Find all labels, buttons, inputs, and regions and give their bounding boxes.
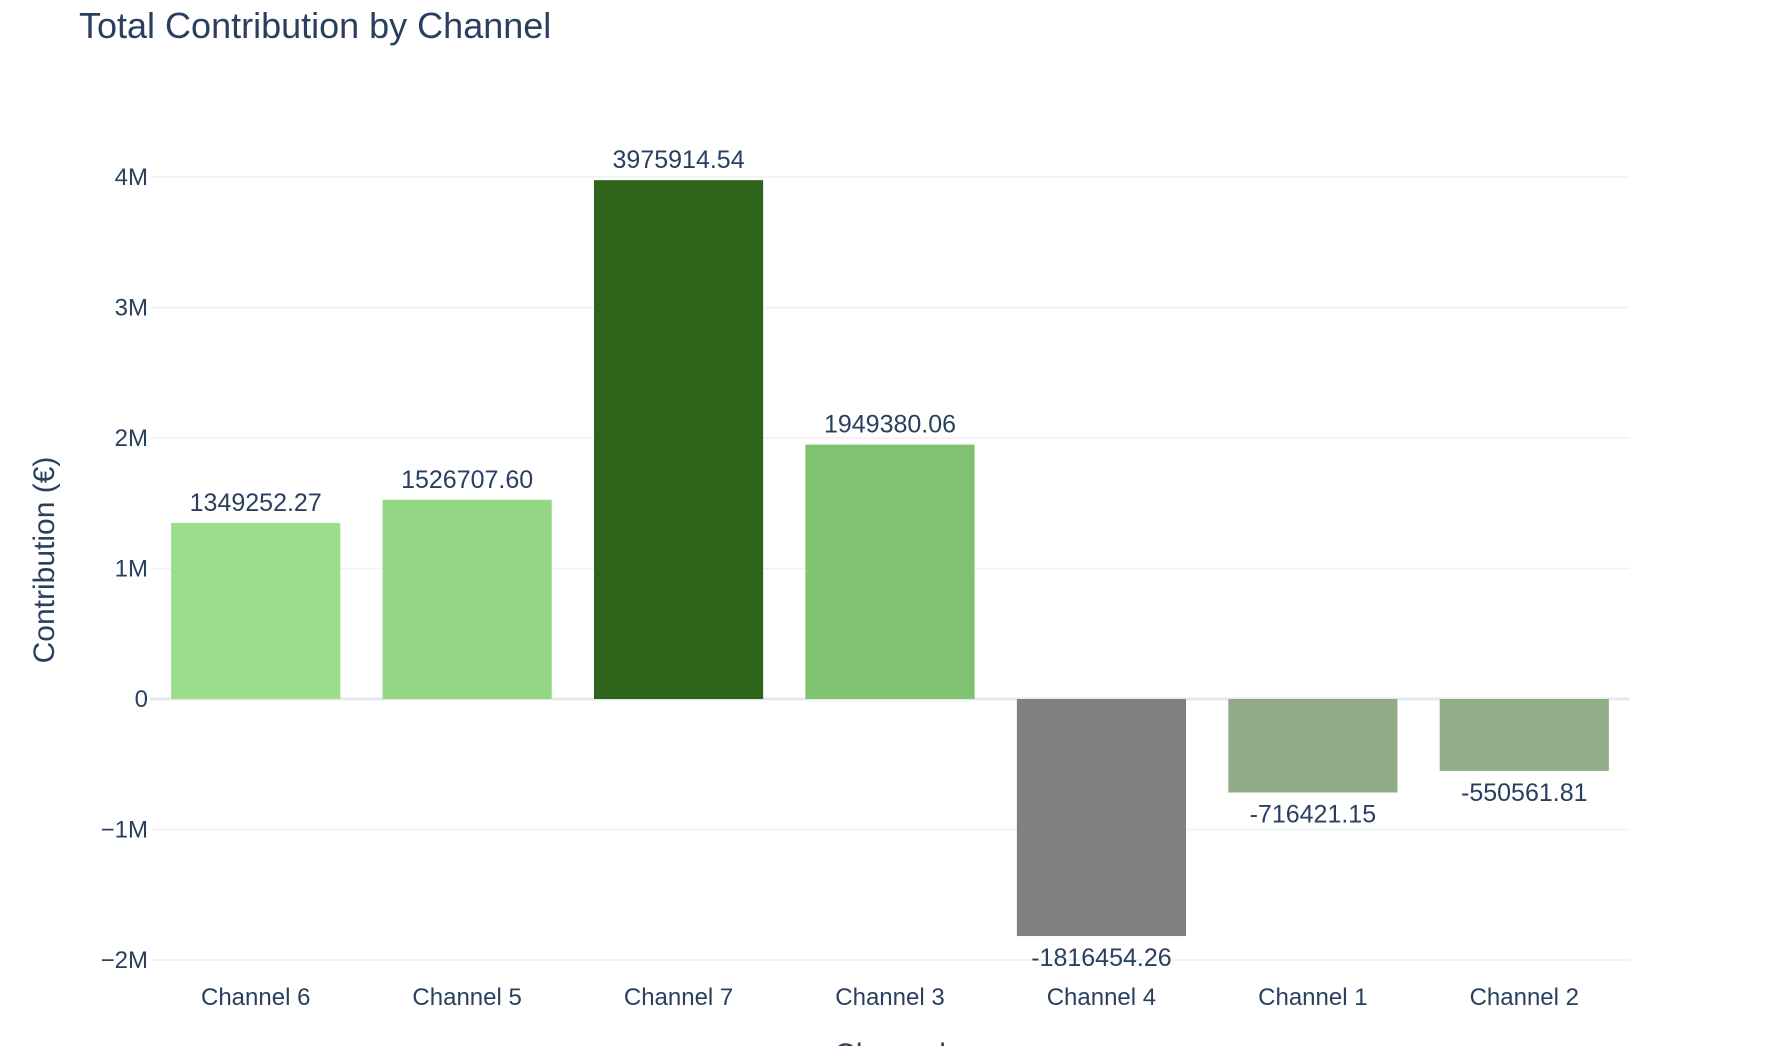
bar-channel-6 bbox=[171, 522, 341, 699]
bar-channel-2 bbox=[1439, 699, 1609, 771]
bar-channel-3 bbox=[805, 444, 975, 699]
x-axis-ticks: Channel 6 Channel 5 Channel 7 Channel 3 Chan… bbox=[201, 984, 1579, 1011]
bar-value-label: 1949380.06 bbox=[824, 411, 956, 439]
bar-value-label: -1816454.26 bbox=[1031, 944, 1171, 972]
bar-chart: 4M3M2M1M0−1M−2M Channel 6 Channel 5 Channe… bbox=[28, 5, 1630, 1046]
bar-value-label: -716421.15 bbox=[1250, 800, 1377, 828]
x-tick-label: Channel 1 bbox=[1258, 984, 1367, 1011]
y-tick-label: −1M bbox=[101, 817, 148, 844]
y-tick-label: 2M bbox=[115, 425, 148, 452]
x-tick-label: Channel 6 bbox=[201, 984, 310, 1011]
x-tick-label: Channel 2 bbox=[1470, 984, 1579, 1011]
bar-channel-7 bbox=[594, 180, 764, 699]
bar-value-label: -550561.81 bbox=[1461, 779, 1588, 807]
y-tick-label: 3M bbox=[115, 295, 148, 322]
y-tick-label: 1M bbox=[115, 556, 148, 583]
bars bbox=[171, 180, 1609, 937]
x-tick-label: Channel 7 bbox=[624, 984, 733, 1011]
x-tick-label: Channel 3 bbox=[835, 984, 944, 1011]
bar-channel-1 bbox=[1228, 699, 1398, 793]
x-tick-label: Channel 5 bbox=[412, 984, 521, 1011]
y-axis-ticks: 4M 3M 2M 1M 0 −1M −2M bbox=[101, 164, 148, 974]
y-tick-label: 4M bbox=[115, 164, 148, 191]
y-tick-label: −2M bbox=[101, 947, 148, 974]
y-axis-label: Contribution (€) bbox=[28, 457, 61, 664]
x-axis-label: Channel bbox=[834, 1038, 946, 1046]
x-tick-label: Channel 4 bbox=[1047, 984, 1156, 1011]
chart-title: Total Contribution by Channel bbox=[79, 5, 551, 46]
bar-channel-4 bbox=[1016, 699, 1186, 937]
bar-channel-5 bbox=[382, 499, 552, 699]
y-tick-label: 0 bbox=[135, 686, 148, 713]
bar-value-label: 1526707.60 bbox=[401, 466, 533, 494]
bar-value-label: 3975914.54 bbox=[613, 146, 745, 174]
bar-value-label: 1349252.27 bbox=[190, 489, 322, 517]
